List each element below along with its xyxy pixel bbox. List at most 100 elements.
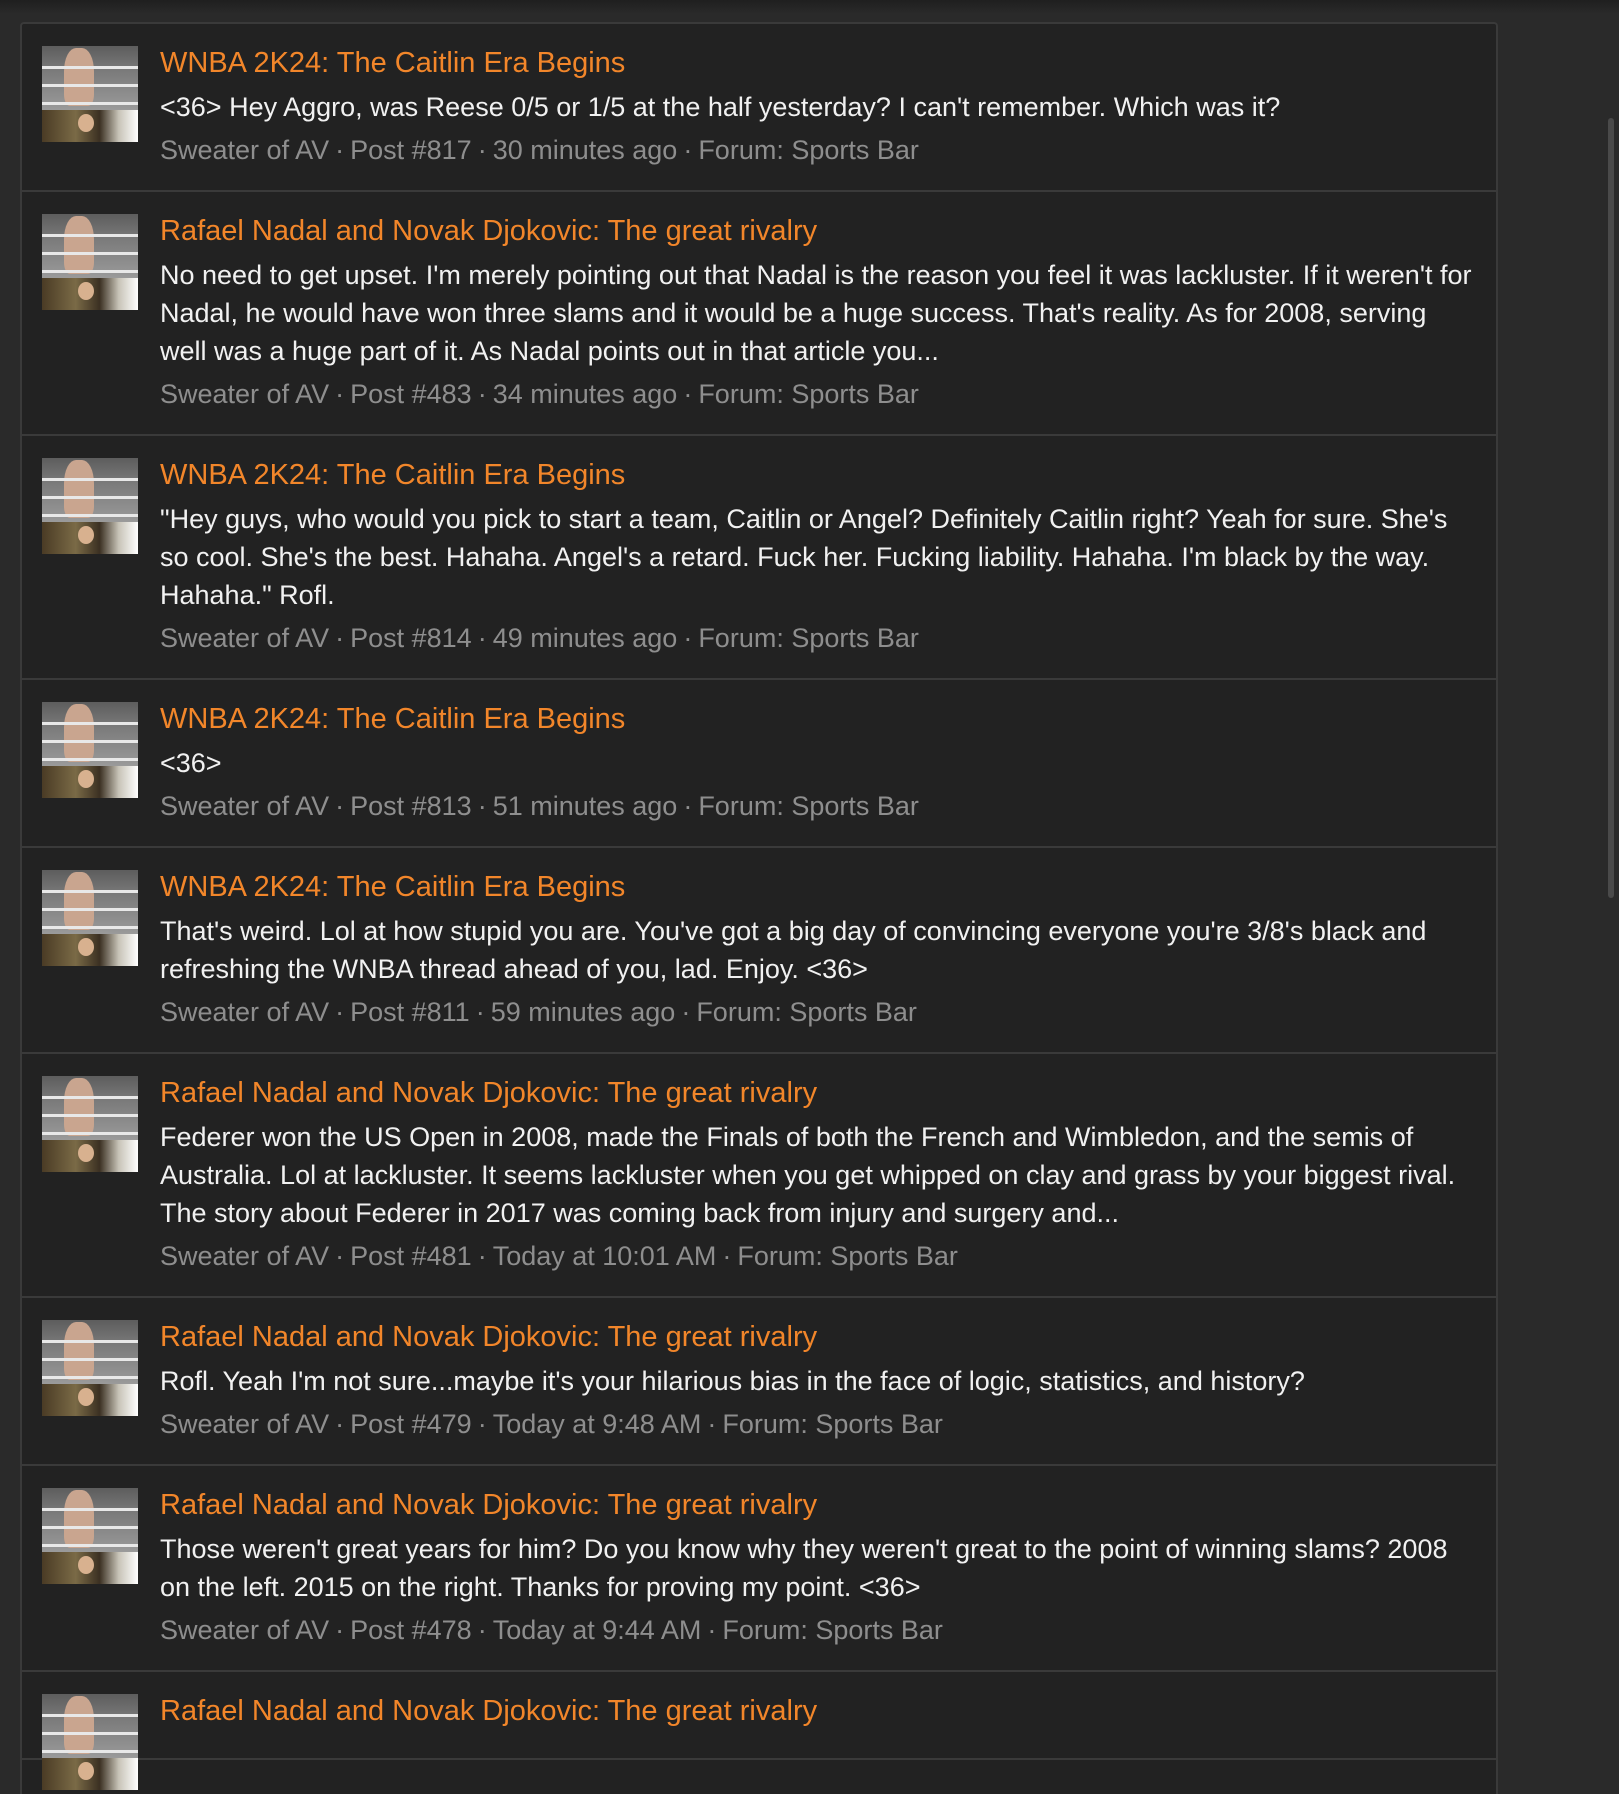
author-link[interactable]: Sweater of AV [160,135,329,165]
list-item: WNBA 2K24: The Caitlin Era Begins <36> S… [22,680,1496,848]
list-item: WNBA 2K24: The Caitlin Era Begins "Hey g… [22,436,1496,680]
author-link[interactable]: Sweater of AV [160,791,329,821]
post-snippet[interactable]: No need to get upset. I'm merely pointin… [160,256,1476,370]
list-item: Rafael Nadal and Novak Djokovic: The gre… [22,1054,1496,1298]
post-time: 49 minutes ago [492,623,678,653]
forum-link[interactable]: Forum: Sports Bar [698,791,919,821]
post-meta: Sweater of AV · Post #811 · 59 minutes ago · F… [160,994,1476,1030]
top-bar [0,0,1619,14]
author-link[interactable]: Sweater of AV [160,1409,329,1439]
avatar[interactable] [42,1076,138,1172]
meta-separator: · [335,623,345,653]
thread-title-link[interactable]: Rafael Nadal and Novak Djokovic: The gre… [160,214,1476,248]
post-number-link[interactable]: Post #814 [350,623,472,653]
avatar[interactable] [42,1694,138,1790]
post-snippet[interactable]: "Hey guys, who would you pick to start a… [160,500,1476,614]
meta-separator: · [477,791,487,821]
post-time: Today at 9:48 AM [492,1409,702,1439]
forum-link[interactable]: Forum: Sports Bar [737,1241,958,1271]
page: WNBA 2K24: The Caitlin Era Begins <36> H… [0,0,1619,1794]
post-meta: Sweater of AV · Post #481 · Today at 10:01 A… [160,1238,1476,1274]
meta-separator: · [707,1615,717,1645]
post-number-link[interactable]: Post #813 [350,791,472,821]
forum-link[interactable]: Forum: Sports Bar [722,1409,943,1439]
meta-separator: · [335,1241,345,1271]
post-snippet[interactable]: <36> Hey Aggro, was Reese 0/5 or 1/5 at … [160,88,1476,126]
avatar[interactable] [42,702,138,798]
meta-separator: · [681,997,691,1027]
meta-separator: · [477,1615,487,1645]
meta-separator: · [475,997,485,1027]
author-link[interactable]: Sweater of AV [160,1241,329,1271]
list-item: Rafael Nadal and Novak Djokovic: The gre… [22,192,1496,436]
thread-title-link[interactable]: Rafael Nadal and Novak Djokovic: The gre… [160,1076,1476,1110]
thread-title-link[interactable]: WNBA 2K24: The Caitlin Era Begins [160,870,1476,904]
thread-title-link[interactable]: Rafael Nadal and Novak Djokovic: The gre… [160,1694,1476,1728]
meta-separator: · [722,1241,732,1271]
meta-separator: · [683,379,693,409]
post-number-link[interactable]: Post #479 [350,1409,472,1439]
meta-separator: · [335,379,345,409]
post-meta: Sweater of AV · Post #817 · 30 minutes ago · F… [160,132,1476,168]
author-link[interactable]: Sweater of AV [160,997,329,1027]
meta-separator: · [335,135,345,165]
meta-separator: · [477,379,487,409]
avatar[interactable] [42,458,138,554]
post-meta: Sweater of AV · Post #479 · Today at 9:48 AM… [160,1406,1476,1442]
author-link[interactable]: Sweater of AV [160,379,329,409]
post-number-link[interactable]: Post #811 [350,997,470,1027]
post-snippet[interactable]: Those weren't great years for him? Do yo… [160,1530,1476,1606]
post-time: 34 minutes ago [492,379,678,409]
post-snippet[interactable]: Rofl. Yeah I'm not sure...maybe it's you… [160,1362,1476,1400]
forum-link[interactable]: Forum: Sports Bar [698,379,919,409]
post-snippet[interactable]: That's weird. Lol at how stupid you are.… [160,912,1476,988]
meta-separator: · [335,1409,345,1439]
avatar[interactable] [42,214,138,310]
post-snippet[interactable]: <36> [160,744,1476,782]
avatar[interactable] [42,1488,138,1584]
meta-separator: · [683,791,693,821]
forum-link[interactable]: Forum: Sports Bar [698,623,919,653]
meta-separator: · [477,1241,487,1271]
meta-separator: · [335,1615,345,1645]
avatar[interactable] [42,1320,138,1416]
author-link[interactable]: Sweater of AV [160,623,329,653]
post-number-link[interactable]: Post #481 [350,1241,472,1271]
post-time: 59 minutes ago [490,997,676,1027]
thread-title-link[interactable]: WNBA 2K24: The Caitlin Era Begins [160,702,1476,736]
meta-separator: · [335,997,345,1027]
post-snippet[interactable]: Federer won the US Open in 2008, made th… [160,1118,1476,1232]
meta-separator: · [683,135,693,165]
post-time: 30 minutes ago [492,135,678,165]
forum-link[interactable]: Forum: Sports Bar [722,1615,943,1645]
thread-title-link[interactable]: Rafael Nadal and Novak Djokovic: The gre… [160,1488,1476,1522]
meta-separator: · [477,135,487,165]
scrollbar-thumb[interactable] [1608,118,1614,898]
forum-link[interactable]: Forum: Sports Bar [698,135,919,165]
post-number-link[interactable]: Post #478 [350,1615,472,1645]
post-meta: Sweater of AV · Post #478 · Today at 9:44 AM… [160,1612,1476,1648]
avatar[interactable] [42,46,138,142]
post-time: Today at 9:44 AM [492,1615,702,1645]
list-item: WNBA 2K24: The Caitlin Era Begins <36> H… [22,24,1496,192]
forum-link[interactable]: Forum: Sports Bar [696,997,917,1027]
search-results-list: WNBA 2K24: The Caitlin Era Begins <36> H… [20,22,1498,1794]
list-item: Rafael Nadal and Novak Djokovic: The gre… [22,1672,1496,1790]
avatar[interactable] [42,870,138,966]
post-time: 51 minutes ago [492,791,678,821]
post-meta: Sweater of AV · Post #814 · 49 minutes ago · F… [160,620,1476,656]
thread-title-link[interactable]: Rafael Nadal and Novak Djokovic: The gre… [160,1320,1476,1354]
post-meta: Sweater of AV · Post #813 · 51 minutes ago · F… [160,788,1476,824]
post-number-link[interactable]: Post #817 [350,135,472,165]
author-link[interactable]: Sweater of AV [160,1615,329,1645]
post-time: Today at 10:01 AM [492,1241,717,1271]
thread-title-link[interactable]: WNBA 2K24: The Caitlin Era Begins [160,46,1476,80]
thread-title-link[interactable]: WNBA 2K24: The Caitlin Era Begins [160,458,1476,492]
meta-separator: · [477,1409,487,1439]
post-number-link[interactable]: Post #483 [350,379,472,409]
list-item: Rafael Nadal and Novak Djokovic: The gre… [22,1298,1496,1466]
post-meta: Sweater of AV · Post #483 · 34 minutes ago · F… [160,376,1476,412]
meta-separator: · [335,791,345,821]
list-item: WNBA 2K24: The Caitlin Era Begins That's… [22,848,1496,1054]
meta-separator: · [477,623,487,653]
